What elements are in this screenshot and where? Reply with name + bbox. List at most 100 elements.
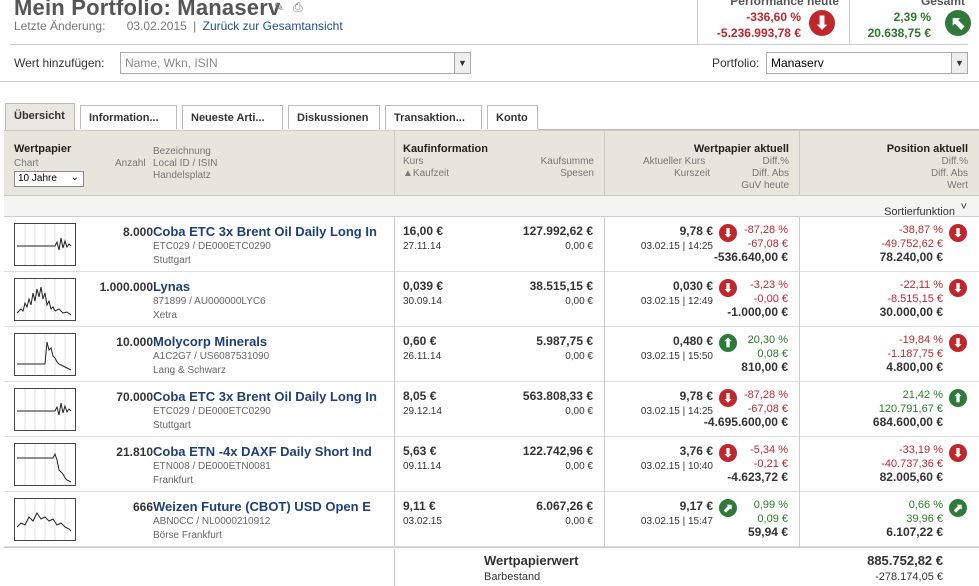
last-change-label: Letzte Änderung: bbox=[14, 19, 106, 33]
tab-konto[interactable]: Konto bbox=[487, 105, 538, 129]
tab-transaktionen[interactable]: Transaktion... bbox=[385, 105, 482, 129]
kurszeit: 03.02.15 | 15:50 bbox=[640, 351, 713, 362]
diff-abs: -67,08 € bbox=[747, 403, 788, 415]
security-ids: A1C2G7 / US6087531090 bbox=[153, 351, 270, 362]
kaufsumme: 38.515,15 € bbox=[529, 279, 593, 293]
header-pos-diff-pct[interactable]: Diff.% bbox=[942, 156, 969, 168]
perf-today-pct: -336,60 % bbox=[746, 10, 801, 24]
diff-pct: -5,34 % bbox=[750, 444, 788, 456]
table-row[interactable]: 10.000 Molycorp Minerals A1C2G7 / US6087… bbox=[4, 327, 979, 382]
table-row[interactable]: 1.000.000 Lynas 871899 / AU000000LYC6 Xe… bbox=[4, 272, 979, 327]
tab-diskussionen[interactable]: Diskussionen bbox=[288, 105, 380, 129]
trading-place: Stuttgart bbox=[153, 420, 191, 431]
add-security-input[interactable]: Name, Wkn, ISIN ▼ bbox=[120, 52, 471, 74]
header-wertpapier[interactable]: Wertpapier bbox=[14, 143, 71, 155]
tab-neueste-artikel[interactable]: Neueste Arti... bbox=[182, 105, 283, 129]
position-diff-pct: -33,19 % bbox=[898, 444, 943, 456]
anzahl: 10.000 bbox=[116, 335, 153, 349]
back-to-overview-link[interactable]: Zurück zur Gesamtansicht bbox=[203, 19, 343, 33]
position-wert: 684.600,00 € bbox=[872, 415, 943, 429]
sort-toggle-link[interactable]: Sortierfunktion einblenden ˅ bbox=[884, 201, 967, 230]
diff-pct: 20,30 % bbox=[747, 334, 788, 346]
kurszeit: 03.02.15 | 15:47 bbox=[640, 516, 713, 527]
header-anzahl[interactable]: Anzahl bbox=[115, 158, 146, 170]
header-kurszeit[interactable]: Kurszeit bbox=[674, 168, 710, 180]
diff-pct: -87,28 % bbox=[743, 224, 788, 236]
chart-range-select[interactable]: 10 Jahre ⌄ bbox=[14, 171, 84, 187]
kurszeit: 03.02.15 | 10:40 bbox=[640, 461, 713, 472]
trading-place: Frankfurt bbox=[153, 475, 194, 486]
kurszeit: 03.02.15 | 14:25 bbox=[640, 241, 713, 252]
security-name-link[interactable]: Weizen Future (CBOT) USD Open E bbox=[153, 499, 391, 514]
header-spesen[interactable]: Spesen bbox=[560, 168, 594, 180]
header-aktueller-kurs[interactable]: Aktueller Kurs bbox=[643, 156, 705, 168]
header-bezeichnung[interactable]: Bezeichnung bbox=[153, 146, 211, 158]
chevron-down-icon[interactable]: ▼ bbox=[951, 53, 967, 73]
arrow-up-right-icon: ⬈ bbox=[719, 499, 737, 517]
header-diff-pct[interactable]: Diff.% bbox=[763, 156, 790, 168]
header-kaufsumme[interactable]: Kaufsumme bbox=[541, 156, 594, 168]
kaufkurs: 9,11 € bbox=[403, 499, 436, 513]
kaufkurs: 16,00 € bbox=[403, 224, 444, 238]
aktueller-kurs: 9,78 € bbox=[679, 224, 713, 238]
security-name-link[interactable]: Coba ETC 3x Brent Oil Daily Long In bbox=[153, 389, 391, 404]
security-ids: ETC029 / DE000ETC0290 bbox=[153, 406, 271, 417]
page-title: Mein Portfolio: Manaserv bbox=[14, 0, 281, 20]
aktueller-kurs: 3,76 € bbox=[679, 444, 713, 458]
table-row[interactable]: 666 Weizen Future (CBOT) USD Open E ABN0… bbox=[4, 492, 979, 547]
header-local-id[interactable]: Local ID / ISIN bbox=[153, 158, 217, 170]
chart-range-value: 10 Jahre bbox=[18, 173, 57, 184]
guv-heute: -536.640,00 € bbox=[713, 250, 788, 264]
header-diff-abs[interactable]: Diff. Abs bbox=[752, 168, 789, 180]
position-diff-pct: -22,11 % bbox=[899, 279, 943, 291]
kurszeit: 03.02.15 | 14:25 bbox=[640, 406, 713, 417]
sort-bar: Sortierfunktion einblenden ˅ bbox=[4, 196, 979, 230]
arrow-up-icon: ⬆ bbox=[949, 389, 967, 407]
header-pos-diff-abs[interactable]: Diff. Abs bbox=[931, 168, 968, 180]
edit-icon[interactable]: ✎ bbox=[274, 0, 287, 14]
security-name-link[interactable]: Lynas bbox=[153, 279, 391, 294]
header-guv-heute[interactable]: GuV heute bbox=[741, 180, 789, 192]
header-wert[interactable]: Wert bbox=[947, 180, 968, 192]
position-diff-abs: -49.752,62 € bbox=[881, 238, 943, 250]
total-performance-box: Gesamt 2,39 % 20.638,75 € ⬉ bbox=[850, 0, 979, 44]
header-kurs[interactable]: Kurs bbox=[403, 156, 424, 168]
header-handelsplatz[interactable]: Handelsplatz bbox=[153, 170, 211, 182]
tab-information[interactable]: Information... bbox=[80, 105, 177, 129]
portfolio-select[interactable]: Manaserv ▼ bbox=[766, 52, 968, 74]
table-row[interactable]: 21.810 Coba ETN -4x DAXF Daily Short Ind… bbox=[4, 437, 979, 492]
chart-thumbnail[interactable] bbox=[14, 333, 76, 376]
chart-thumbnail[interactable] bbox=[14, 223, 76, 266]
kaufzeit: 29.12.14 bbox=[403, 406, 442, 417]
trading-place: Börse Frankfurt bbox=[153, 530, 222, 541]
security-name-link[interactable]: Coba ETN -4x DAXF Daily Short Ind bbox=[153, 444, 391, 459]
kaufkurs: 8,05 € bbox=[403, 389, 437, 403]
chart-thumbnail[interactable] bbox=[14, 498, 76, 541]
position-diff-pct: 21,42 % bbox=[902, 389, 943, 401]
spesen: 0,00 € bbox=[565, 241, 593, 252]
security-name-link[interactable]: Coba ETC 3x Brent Oil Daily Long In bbox=[153, 224, 391, 239]
arrow-down-icon: ⬇ bbox=[949, 224, 967, 242]
table-row[interactable]: 70.000 Coba ETC 3x Brent Oil Daily Long … bbox=[4, 382, 979, 437]
table-row[interactable]: 8.000 Coba ETC 3x Brent Oil Daily Long I… bbox=[4, 217, 979, 272]
chevron-down-icon[interactable]: ▼ bbox=[454, 53, 470, 73]
summary-footer: Wertpapierwert 885.752,82 € Barbestand -… bbox=[4, 547, 979, 586]
chart-thumbnail[interactable] bbox=[14, 278, 76, 321]
last-change-line: Letzte Änderung: 03.02.2015 | Zurück zur… bbox=[14, 19, 343, 33]
header-kaufzeit[interactable]: ▲Kaufzeit bbox=[403, 168, 449, 180]
chart-thumbnail[interactable] bbox=[14, 443, 76, 486]
guv-heute: -4.695.600,00 € bbox=[703, 415, 788, 429]
tab-uebersicht[interactable]: Übersicht bbox=[5, 103, 75, 130]
print-icon[interactable]: ⎙ bbox=[293, 0, 306, 14]
position-diff-pct: -19,84 % bbox=[898, 334, 943, 346]
position-diff-abs: -8.515,15 € bbox=[887, 293, 943, 305]
arrow-up-right-icon: ⬈ bbox=[949, 499, 967, 517]
spesen: 0,00 € bbox=[565, 406, 593, 417]
security-name-link[interactable]: Molycorp Minerals bbox=[153, 334, 391, 349]
security-ids: ABN0CC / NL0000210912 bbox=[153, 516, 271, 527]
divider bbox=[10, 44, 968, 45]
chart-thumbnail[interactable] bbox=[14, 388, 76, 431]
aktueller-kurs: 0,030 € bbox=[672, 279, 713, 293]
position-wert: 6.107,22 € bbox=[886, 525, 943, 539]
header-position-aktuell: Position aktuell bbox=[886, 143, 968, 155]
